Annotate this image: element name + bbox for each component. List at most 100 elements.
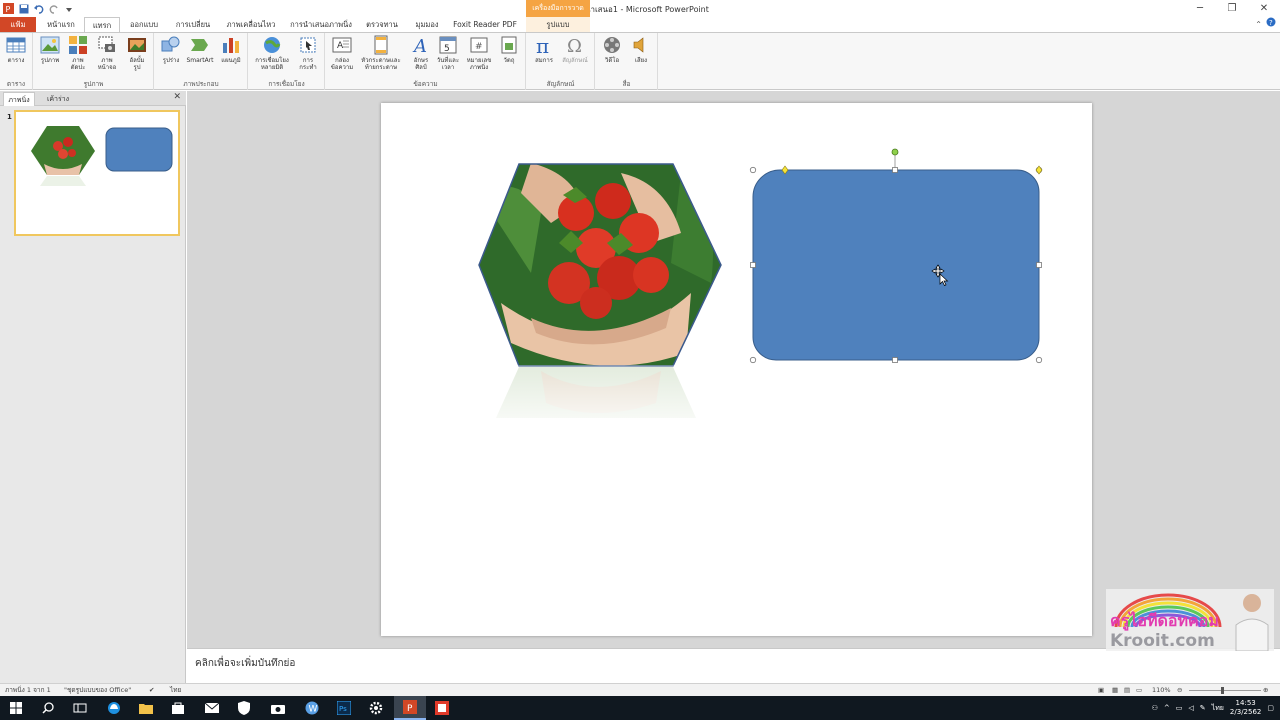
table-icon bbox=[6, 37, 26, 53]
powerpoint-taskbar-button[interactable]: P bbox=[394, 696, 426, 720]
photoshop-button[interactable]: Ps bbox=[328, 696, 360, 720]
zoom-level[interactable]: 110% bbox=[1152, 685, 1171, 696]
file-explorer-button[interactable] bbox=[130, 696, 162, 720]
clock-date: 2/3/2562 bbox=[1229, 708, 1262, 716]
edge-button[interactable] bbox=[98, 696, 130, 720]
zoom-out-icon[interactable]: ⊖ bbox=[1177, 685, 1182, 696]
notifications-icon[interactable]: ▢ bbox=[1267, 704, 1274, 712]
settings-button[interactable] bbox=[360, 696, 392, 720]
view-sorter-icon[interactable]: ▦ bbox=[1112, 685, 1118, 696]
clipart-button[interactable]: ภาพ ตัดปะ bbox=[63, 35, 93, 71]
clock[interactable]: 14:53 2/3/2562 bbox=[1230, 699, 1261, 717]
people-icon[interactable]: ⚇ bbox=[1152, 704, 1158, 712]
resize-handle-n[interactable] bbox=[892, 167, 898, 173]
tab-slides[interactable]: ภาพนิ่ง bbox=[3, 92, 35, 106]
zoom-slider-thumb[interactable] bbox=[1221, 687, 1224, 694]
restore-button[interactable]: ❐ bbox=[1216, 0, 1248, 17]
equation-icon: π bbox=[536, 35, 549, 55]
smartart-button[interactable]: SmartArt bbox=[185, 35, 215, 64]
resize-handle-se[interactable] bbox=[1035, 356, 1043, 364]
start-button[interactable] bbox=[0, 696, 32, 720]
rounded-rectangle-shape[interactable] bbox=[752, 169, 1040, 361]
resize-handle-w[interactable] bbox=[750, 262, 756, 268]
equation-button[interactable]: π สมการ bbox=[529, 35, 559, 64]
chart-button[interactable]: แผนภูมิ bbox=[216, 35, 246, 64]
view-normal-icon[interactable]: ▣ bbox=[1098, 685, 1104, 696]
minimize-button[interactable]: ─ bbox=[1184, 0, 1216, 17]
symbol-button[interactable]: Ω สัญลักษณ์ bbox=[560, 35, 590, 64]
screenshot-button[interactable]: ภาพ หน้าจอ bbox=[92, 35, 122, 71]
notes-pane[interactable]: คลิกเพื่อจะเพิ่มบันทึกย่อ bbox=[187, 648, 1280, 683]
tab-view[interactable]: มุมมอง bbox=[408, 17, 446, 32]
shapes-button[interactable]: รูปร่าง bbox=[156, 35, 186, 64]
slide-number: 1 bbox=[7, 113, 12, 121]
tab-design[interactable]: ออกแบบ bbox=[124, 17, 164, 32]
camera-icon bbox=[271, 704, 285, 714]
zoom-slider[interactable] bbox=[1189, 690, 1261, 691]
resize-handle-s[interactable] bbox=[892, 357, 898, 363]
camera-button[interactable] bbox=[262, 696, 294, 720]
view-reading-icon[interactable]: ▤ bbox=[1124, 685, 1130, 696]
task-view-button[interactable] bbox=[64, 696, 96, 720]
textbox-button[interactable]: A กล่อง ข้อความ bbox=[327, 35, 357, 71]
wordart-button[interactable]: A อักษร ศิลป์ bbox=[406, 35, 436, 71]
adjust-handle-2[interactable] bbox=[1035, 165, 1043, 175]
input-language[interactable]: ไทย bbox=[1212, 703, 1224, 714]
show-hidden-icons[interactable]: ^ bbox=[1164, 704, 1170, 712]
volume-icon[interactable]: ◁ bbox=[1188, 704, 1193, 712]
store-button[interactable] bbox=[162, 696, 194, 720]
close-pane-icon[interactable]: ✕ bbox=[173, 92, 181, 102]
tab-home[interactable]: หน้าแรก bbox=[42, 17, 80, 32]
object-button[interactable]: วัตถุ bbox=[494, 35, 524, 64]
svg-text:Ω: Ω bbox=[567, 36, 582, 55]
defender-button[interactable] bbox=[228, 696, 260, 720]
symbol-icon: Ω bbox=[567, 36, 582, 55]
tab-transitions[interactable]: การเปลี่ยน bbox=[170, 17, 216, 32]
app-taskbar-button[interactable] bbox=[426, 696, 458, 720]
resize-handle-sw[interactable] bbox=[749, 356, 757, 364]
tab-file[interactable]: แฟ้ม bbox=[0, 17, 36, 32]
zoom-in-icon[interactable]: ⊕ bbox=[1263, 685, 1268, 696]
audio-button[interactable]: เสียง bbox=[626, 35, 656, 64]
mail-button[interactable] bbox=[196, 696, 228, 720]
network-icon[interactable]: ▭ bbox=[1176, 704, 1183, 712]
slide-thumbnail[interactable] bbox=[14, 110, 180, 236]
video-button[interactable]: วิดีโอ bbox=[597, 35, 627, 64]
group-text: A กล่อง ข้อความ หัวกระดาษและ ท้ายกระดาษ … bbox=[326, 33, 526, 90]
slide-number-button[interactable]: # หมายเลข ภาพนิ่ง bbox=[464, 35, 494, 71]
close-button[interactable]: ✕ bbox=[1248, 0, 1280, 17]
tab-animations[interactable]: ภาพเคลื่อนไหว bbox=[222, 17, 280, 32]
tab-row-icons: ⌃ ? bbox=[1255, 17, 1276, 32]
rotate-handle[interactable] bbox=[891, 148, 899, 156]
hyperlink-button[interactable]: การเชื่อมโยง หลายมิติ bbox=[254, 35, 290, 71]
action-button[interactable]: การ กระทำ bbox=[293, 35, 323, 71]
group-images: รูปภาพ ภาพ ตัดปะ ภาพ หน้าจอ อัลบั้ม รูป … bbox=[34, 33, 154, 90]
table-button[interactable]: ตาราง bbox=[1, 35, 31, 64]
spellcheck-icon[interactable]: ✔ bbox=[149, 685, 154, 696]
collapse-ribbon-icon[interactable]: ⌃ bbox=[1255, 17, 1262, 32]
slide-content bbox=[478, 148, 1043, 438]
resize-handle-e[interactable] bbox=[1036, 262, 1042, 268]
help-icon[interactable]: ? bbox=[1266, 17, 1276, 32]
picture-button[interactable]: รูปภาพ bbox=[35, 35, 65, 64]
tab-outline[interactable]: เค้าร่าง bbox=[38, 92, 78, 106]
window-controls: ─ ❐ ✕ bbox=[1184, 0, 1280, 17]
header-footer-button[interactable]: หัวกระดาษและ ท้ายกระดาษ bbox=[358, 35, 404, 71]
notes-placeholder: คลิกเพื่อจะเพิ่มบันทึกย่อ bbox=[195, 658, 296, 669]
tab-format[interactable]: รูปแบบ bbox=[526, 17, 590, 32]
tab-slideshow[interactable]: การนำเสนอภาพนิ่ง bbox=[286, 17, 356, 32]
browser-button[interactable]: W bbox=[296, 696, 328, 720]
album-button[interactable]: อัลบั้ม รูป bbox=[122, 35, 152, 71]
resize-handle-nw[interactable] bbox=[749, 166, 757, 174]
date-time-button[interactable]: 5 วันที่และ เวลา bbox=[433, 35, 463, 71]
tab-review[interactable]: ตรวจทาน bbox=[362, 17, 402, 32]
tab-insert[interactable]: แทรก bbox=[84, 17, 120, 32]
pen-icon[interactable]: ✎ bbox=[1200, 704, 1206, 712]
ribbon: ตาราง ตาราง รูปภาพ ภาพ ตัดปะ ภาพ หน้าจอ … bbox=[0, 32, 1280, 90]
search-button[interactable] bbox=[32, 696, 64, 720]
tab-foxit[interactable]: Foxit Reader PDF bbox=[450, 17, 520, 32]
language[interactable]: ไทย bbox=[170, 685, 181, 696]
theme-name[interactable]: "ชุดรูปแบบของ Office" bbox=[64, 685, 131, 696]
slide-canvas[interactable] bbox=[381, 103, 1092, 636]
view-slideshow-icon[interactable]: ▭ bbox=[1136, 685, 1142, 696]
